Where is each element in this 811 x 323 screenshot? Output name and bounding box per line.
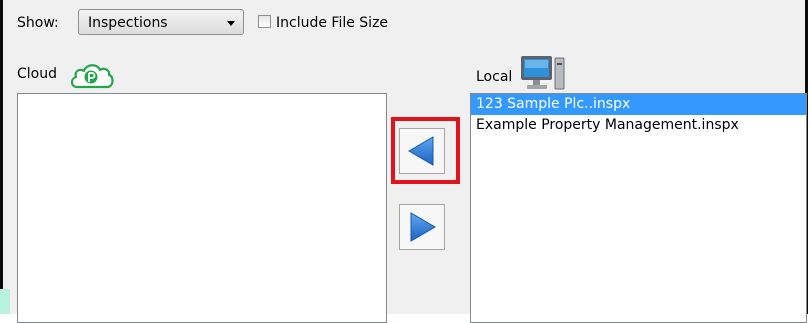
local-label: Local (476, 69, 513, 85)
local-file-list[interactable]: 123 Sample Plc..inspx Example Property M… (470, 93, 807, 323)
show-label: Show: (17, 15, 59, 31)
arrow-right-icon (410, 212, 436, 242)
list-item-label: Example Property Management.inspx (476, 117, 739, 133)
list-item[interactable]: 123 Sample Plc..inspx (471, 94, 806, 115)
move-to-local-button[interactable] (399, 204, 445, 250)
highlight-box (391, 117, 460, 184)
cloud-label: Cloud (17, 66, 57, 82)
show-select-value: Inspections (88, 15, 168, 31)
chevron-down-icon (227, 21, 235, 26)
list-item-label: 123 Sample Plc..inspx (476, 96, 631, 112)
show-select[interactable]: Inspections (78, 9, 244, 35)
list-item[interactable]: Example Property Management.inspx (471, 115, 806, 136)
cloud-icon (69, 62, 115, 90)
computer-icon (520, 54, 566, 92)
cloud-file-list[interactable] (17, 93, 387, 323)
include-file-size-checkbox[interactable] (258, 15, 271, 28)
include-file-size-label[interactable]: Include File Size (276, 15, 388, 31)
sync-dialog: Show: Inspections Include File Size Clou… (0, 0, 808, 323)
window-edge-glow (0, 289, 10, 314)
